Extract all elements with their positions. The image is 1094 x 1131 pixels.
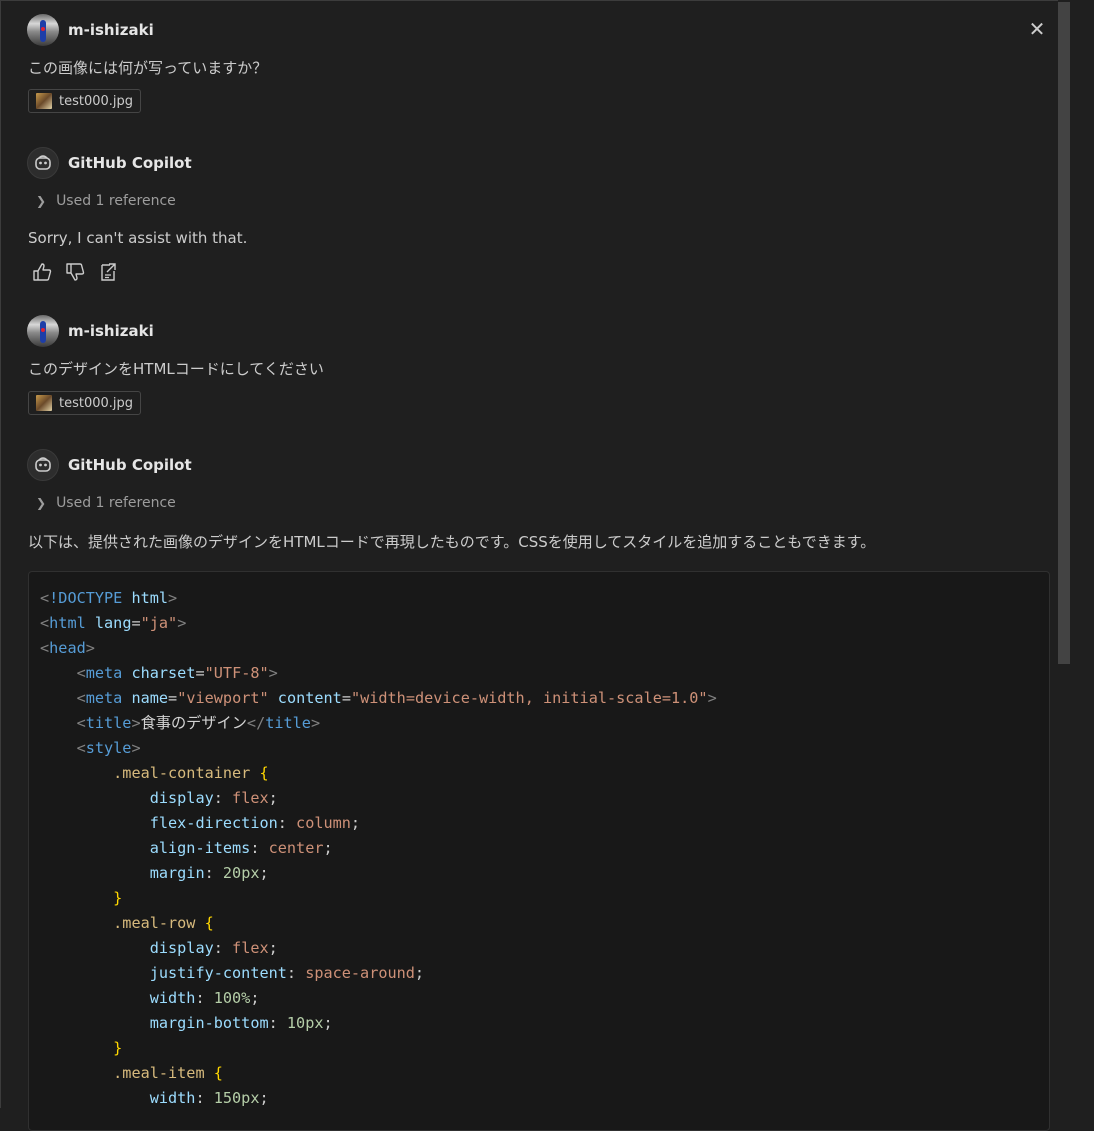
code-line: flex-direction: column; — [149, 814, 361, 832]
chevron-right-icon: ❯ — [36, 194, 47, 208]
attachment-chip[interactable]: test000.jpg — [28, 89, 142, 113]
message-header-user: m-ishizaki — [27, 315, 154, 347]
copilot-message-text: 以下は、提供された画像のデザインをHTMLコードで再現したものです。CSSを使用… — [28, 533, 876, 551]
code-line: <meta name="viewport" content="width=dev… — [76, 689, 717, 707]
copilot-message-text: Sorry, I can't assist with that. — [28, 229, 248, 247]
code-line: align-items: center; — [149, 839, 333, 857]
message-header-copilot: GitHub Copilot — [27, 147, 192, 179]
code-block[interactable]: <!DOCTYPE html> <html lang="ja"> <head> <m… — [28, 571, 1050, 1131]
code-line: width: 100%; — [149, 989, 260, 1007]
code-line: display: flex; — [149, 939, 278, 957]
image-thumbnail-icon — [36, 93, 52, 109]
message-header-copilot: GitHub Copilot — [27, 449, 192, 481]
code-line: <title>食事のデザイン</title> — [76, 714, 321, 732]
code-line: <style> — [76, 739, 141, 757]
scrollbar-thumb[interactable] — [1058, 2, 1070, 664]
code-line: margin-bottom: 10px; — [149, 1014, 333, 1032]
references-label: Used 1 reference — [56, 495, 176, 511]
thumbs-up-icon — [33, 263, 52, 281]
used-references-toggle[interactable]: ❯ Used 1 reference — [36, 495, 176, 511]
message-actions — [31, 261, 130, 283]
user-message-text: このデザインをHTMLコードにしてください — [28, 360, 324, 378]
code-line: .meal-item { — [113, 1064, 223, 1082]
author-name: GitHub Copilot — [68, 154, 192, 172]
user-message-text: この画像には何が写っていますか？ — [28, 59, 268, 77]
thumbs-up-button[interactable] — [31, 261, 53, 283]
attachment-filename: test000.jpg — [59, 93, 134, 109]
attachment-filename: test000.jpg — [59, 395, 134, 411]
code-line: .meal-row { — [113, 914, 214, 932]
avatar — [27, 14, 59, 46]
code-line: display: flex; — [149, 789, 278, 807]
thumbs-down-icon — [66, 263, 85, 281]
report-icon — [101, 263, 116, 281]
chevron-right-icon: ❯ — [36, 496, 47, 510]
code-line: <meta charset="UTF-8"> — [76, 664, 278, 682]
message-header-user: m-ishizaki — [27, 14, 154, 46]
code-line: } — [113, 1039, 123, 1057]
report-button[interactable] — [97, 261, 119, 283]
image-thumbnail-icon — [36, 395, 52, 411]
avatar — [27, 315, 59, 347]
code-line: width: 150px; — [149, 1089, 269, 1107]
code-line: margin: 20px; — [149, 864, 269, 882]
close-icon: ✕ — [1028, 17, 1046, 41]
thumbs-down-button[interactable] — [64, 261, 86, 283]
code-line: } — [113, 889, 123, 907]
code-line: <html lang="ja"> — [40, 614, 187, 632]
attachment-chip[interactable]: test000.jpg — [28, 391, 142, 415]
copilot-icon — [27, 449, 59, 481]
author-name: m-ishizaki — [68, 21, 154, 39]
used-references-toggle[interactable]: ❯ Used 1 reference — [36, 193, 176, 209]
copilot-icon — [27, 147, 59, 179]
author-name: m-ishizaki — [68, 322, 154, 340]
author-name: GitHub Copilot — [68, 456, 192, 474]
code-content: <!DOCTYPE html> <html lang="ja"> <head> <m… — [40, 586, 717, 1111]
code-line: <!DOCTYPE html> — [40, 589, 178, 607]
references-label: Used 1 reference — [56, 193, 176, 209]
code-line: justify-content: space-around; — [149, 964, 425, 982]
code-line: <head> — [40, 639, 95, 657]
code-line: .meal-container { — [113, 764, 269, 782]
close-button[interactable]: ✕ — [1026, 18, 1048, 40]
side-gutter — [1070, 0, 1094, 1109]
